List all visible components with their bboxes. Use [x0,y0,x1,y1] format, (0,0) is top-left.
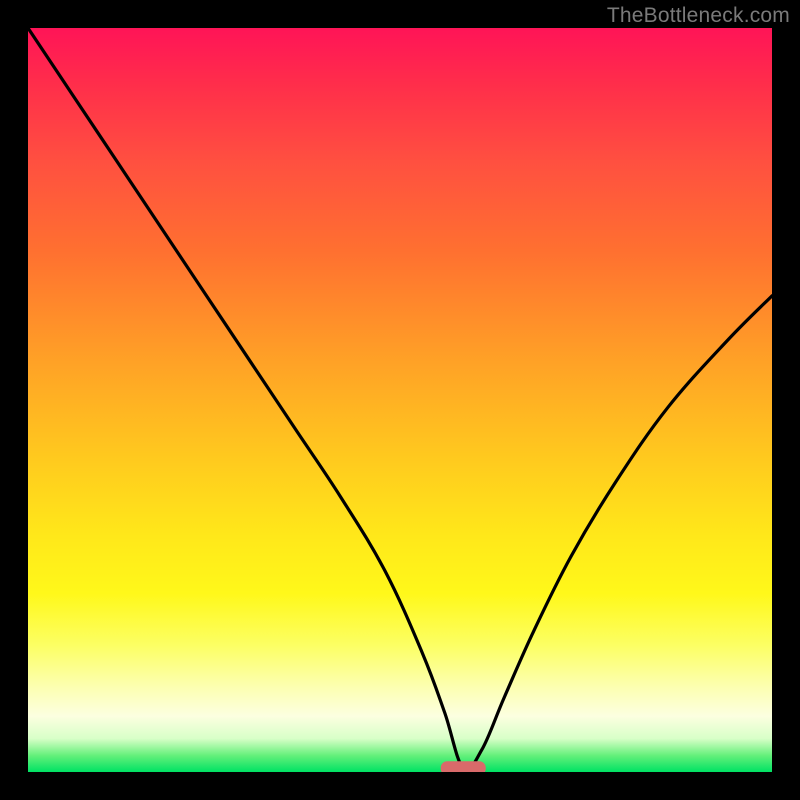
bottleneck-curve [28,28,772,770]
chart-frame: TheBottleneck.com [0,0,800,800]
curve-layer [28,28,772,772]
watermark-text: TheBottleneck.com [607,4,790,28]
plot-area [28,28,772,772]
optimal-point-marker [441,762,485,772]
